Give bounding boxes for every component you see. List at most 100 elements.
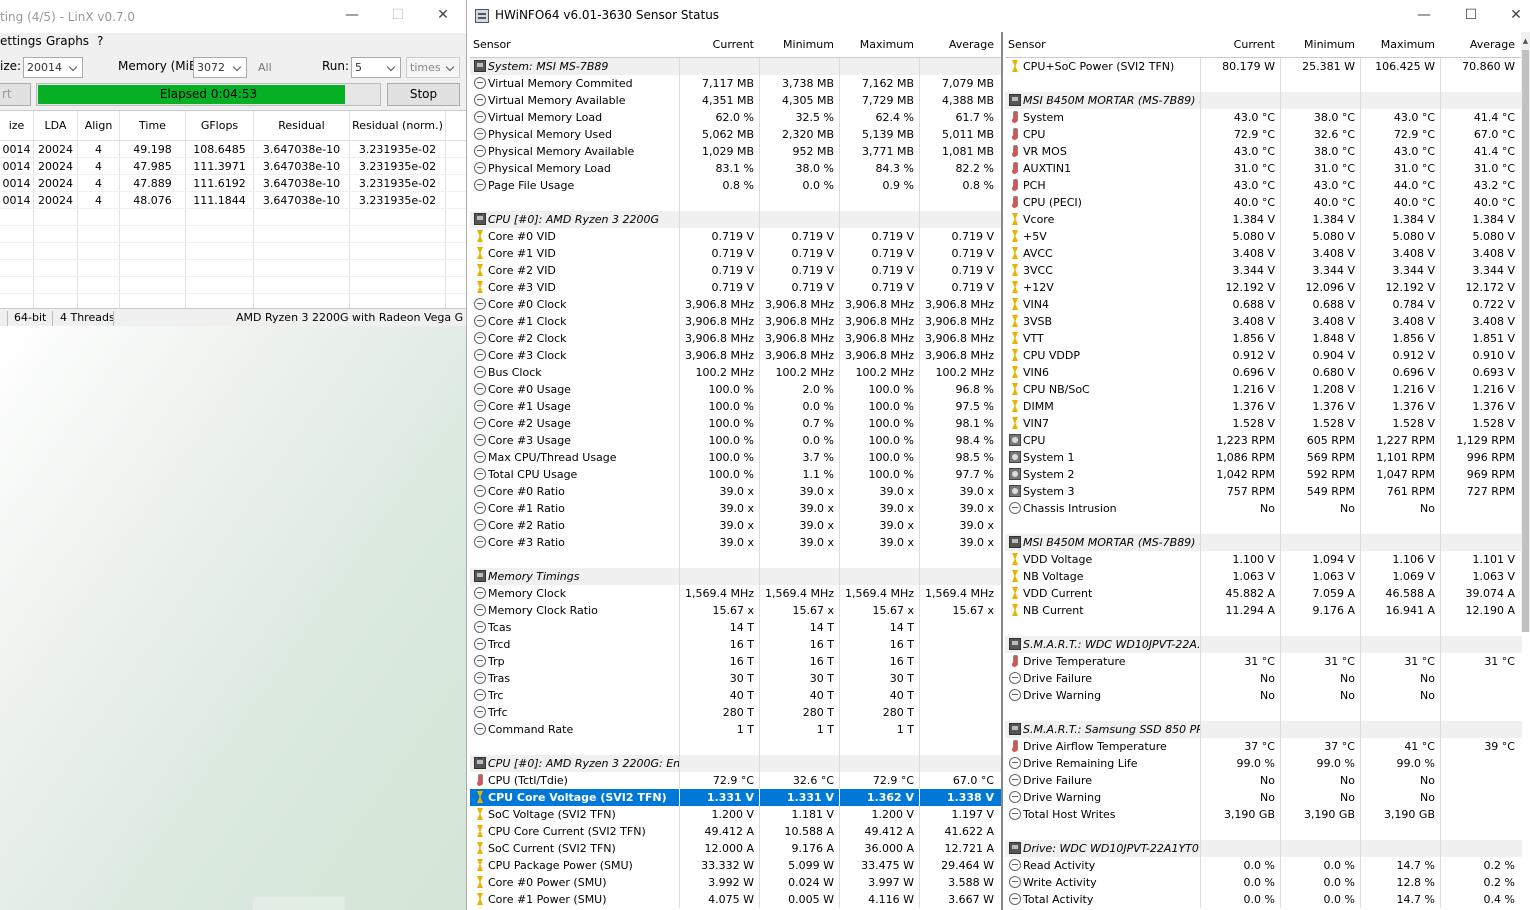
sensor-row[interactable]: CPU Package Power (SMU) 33.332 W 5.099 W 33… [470,857,1001,874]
sensor-row[interactable]: CPU VDDP 0.912 V 0.904 V 0.912 V 0.910 V [1005,347,1522,364]
sensor-row[interactable]: NB Voltage 1.063 V 1.063 V 1.069 V 1.063 V [1005,568,1522,585]
sensor-row[interactable]: Physical Memory Available 1,029 MB 952 MB 3… [470,143,1001,160]
sensor-row[interactable]: 3VCC 3.344 V 3.344 V 3.344 V 3.344 V [1005,262,1522,279]
results-column-header[interactable]: Align [78,111,120,140]
sensor-row[interactable]: VIN4 0.688 V 0.688 V 0.784 V 0.722 V [1005,296,1522,313]
start-button[interactable]: rt [0,83,31,106]
results-column-header[interactable]: Residual (norm.) [350,111,446,140]
scroll-up-icon[interactable]: ▲ [1521,36,1530,46]
sensor-row[interactable]: Page File Usage 0.8 % 0.0 % 0.9 % 0.8 % [470,177,1001,194]
sensor-row[interactable]: SoC Current (SVI2 TFN) 12.000 A 9.176 A 36.… [470,840,1001,857]
sensor-row[interactable]: +12V 12.192 V 12.096 V 12.192 V 12.172 V [1005,279,1522,296]
sensor-row[interactable]: VR MOS 43.0 °C 38.0 °C 43.0 °C 41.4 °C [1005,143,1522,160]
sensor-row[interactable]: Core #2 Clock 3,906.8 MHz 3,906.8 MHz 3,906… [470,330,1001,347]
sensor-row[interactable]: Virtual Memory Available 4,351 MB 4,305 MB… [470,92,1001,109]
column-header-sensor[interactable]: Sensor [470,32,680,57]
sensor-group-header[interactable]: CPU [#0]: AMD Ryzen 3 2200G: Enh... [470,755,1001,772]
sensor-row[interactable]: CPU 1,223 RPM 605 RPM 1,227 RPM 1,129 RPM [1005,432,1522,449]
sensor-group-header[interactable]: S.M.A.R.T.: WDC WD10JPVT-22A... [1005,636,1522,653]
sensor-row[interactable]: Drive Warning No No No [1005,789,1522,806]
sensor-row[interactable]: Drive Remaining Life 99.0 % 99.0 % 99.0 % [1005,755,1522,772]
sensor-row[interactable]: Trc 40 T 40 T 40 T [470,687,1001,704]
sensor-row[interactable]: VTT 1.856 V 1.848 V 1.856 V 1.851 V [1005,330,1522,347]
results-column-header[interactable]: Residual [254,111,350,140]
all-checkbox-label[interactable]: All [258,61,272,74]
sensor-row[interactable]: Drive Failure No No No [1005,670,1522,687]
sensor-row[interactable]: Core #2 Usage 100.0 % 0.7 % 100.0 % 98.1 % [470,415,1001,432]
column-header-maximum[interactable]: Maximum [840,32,920,57]
sensor-row[interactable]: DIMM 1.376 V 1.376 V 1.376 V 1.376 V [1005,398,1522,415]
sensor-row[interactable]: Physical Memory Used 5,062 MB 2,320 MB 5,13… [470,126,1001,143]
sensor-row[interactable]: Read Activity 0.0 % 0.0 % 14.7 % 0.2 % [1005,857,1522,874]
menu-graphs[interactable]: Graphs [46,34,89,48]
sensor-row[interactable]: Trp 16 T 16 T 16 T [470,653,1001,670]
sensor-row[interactable]: Core #0 Usage 100.0 % 2.0 % 100.0 % 96.8 % [470,381,1001,398]
minimize-button[interactable]: — [1401,0,1447,31]
sensor-row[interactable]: Drive Warning No No No [1005,687,1522,704]
sensor-row[interactable]: System 1 1,086 RPM 569 RPM 1,101 RPM 996 RPM [1005,449,1522,466]
column-header-minimum[interactable]: Minimum [1281,32,1361,57]
sensor-row[interactable]: Trfc 280 T 280 T 280 T [470,704,1001,721]
menu-settings[interactable]: ettings [0,34,42,48]
sensor-row[interactable]: System 43.0 °C 38.0 °C 43.0 °C 41.4 °C [1005,109,1522,126]
sensor-group-header[interactable]: MSI B450M MORTAR (MS-7B89) (... [1005,534,1522,551]
column-header-sensor[interactable]: Sensor [1005,32,1201,57]
sensor-row[interactable]: NB Current 11.294 A 9.176 A 16.941 A 12.190 … [1005,602,1522,619]
sensor-row[interactable]: 3VSB 3.408 V 3.408 V 3.408 V 3.408 V [1005,313,1522,330]
sensor-row[interactable]: CPU (Tctl/Tdie) 72.9 °C 32.6 °C 72.9 °C 67.0… [470,772,1001,789]
sensor-row[interactable]: Core #1 VID 0.719 V 0.719 V 0.719 V 0.719 V [470,245,1001,262]
menu-help[interactable]: ? [97,34,103,48]
sensor-row[interactable]: Total CPU Usage 100.0 % 1.1 % 100.0 % 97.7 % [470,466,1001,483]
column-header-minimum[interactable]: Minimum [760,32,840,57]
sensor-row[interactable]: Core #3 Usage 100.0 % 0.0 % 100.0 % 98.4 % [470,432,1001,449]
sensor-row[interactable]: Virtual Memory Load 62.0 % 32.5 % 62.4 % 61.… [470,109,1001,126]
column-header-average[interactable]: Average [920,32,1000,57]
sensor-row[interactable]: Drive Temperature 31 °C 31 °C 31 °C 31 °C [1005,653,1522,670]
results-column-header[interactable]: Time [120,111,186,140]
vertical-scrollbar[interactable]: ▲ [1521,32,1530,632]
sensor-row[interactable]: Tras 30 T 30 T 30 T [470,670,1001,687]
sensor-row[interactable]: Write Activity 0.0 % 0.0 % 12.8 % 0.2 % [1005,874,1522,891]
sensor-group-header[interactable]: CPU [#0]: AMD Ryzen 3 2200G [470,211,1001,228]
size-select[interactable]: 20014 [23,57,83,78]
sensor-row[interactable]: Max CPU/Thread Usage 100.0 % 3.7 % 100.0 % 9… [470,449,1001,466]
sensor-row[interactable]: Core #2 VID 0.719 V 0.719 V 0.719 V 0.719 V [470,262,1001,279]
sensor-row[interactable]: System 2 1,042 RPM 592 RPM 1,047 RPM 969 RPM [1005,466,1522,483]
sensor-row[interactable]: Total Activity 0.0 % 0.0 % 14.7 % 0.4 % [1005,891,1522,908]
column-header-current[interactable]: Current [1201,32,1281,57]
sensor-row[interactable]: Drive Failure No No No [1005,772,1522,789]
sensor-group-header[interactable]: S.M.A.R.T.: Samsung SSD 850 PR... [1005,721,1522,738]
sensor-row[interactable]: CPU+SoC Power (SVI2 TFN) 80.179 W 25.381 W… [1005,58,1522,75]
results-column-header[interactable]: LDA [34,111,78,140]
close-button[interactable]: ✕ [420,0,466,31]
sensor-row[interactable]: Physical Memory Load 83.1 % 38.0 % 84.3 % 82… [470,160,1001,177]
sensor-group-header[interactable]: System: MSI MS-7B89 [470,58,1001,75]
sensor-row[interactable]: VDD Voltage 1.100 V 1.094 V 1.106 V 1.101 V [1005,551,1522,568]
sensor-row[interactable]: Core #0 Ratio 39.0 x 39.0 x 39.0 x 39.0 x [470,483,1001,500]
sensor-row[interactable]: Core #0 VID 0.719 V 0.719 V 0.719 V 0.719 V [470,228,1001,245]
maximize-button[interactable]: ☐ [1448,0,1494,31]
sensor-row[interactable]: +5V 5.080 V 5.080 V 5.080 V 5.080 V [1005,228,1522,245]
minimize-button[interactable]: — [329,0,375,31]
sensor-row[interactable]: Core #1 Power (SMU) 4.075 W 0.005 W 4.116 W… [470,891,1001,908]
sensor-row[interactable]: Chassis Intrusion No No No [1005,500,1522,517]
sensor-row[interactable]: PCH 43.0 °C 43.0 °C 44.0 °C 43.2 °C [1005,177,1522,194]
sensor-row[interactable]: Bus Clock 100.2 MHz 100.2 MHz 100.2 MHz 100.… [470,364,1001,381]
sensor-row[interactable]: SoC Voltage (SVI2 TFN) 1.200 V 1.181 V 1.20… [470,806,1001,823]
sensor-row[interactable]: Trcd 16 T 16 T 16 T [470,636,1001,653]
sensor-row[interactable]: CPU Core Voltage (SVI2 TFN) 1.331 V 1.331 … [470,789,1001,806]
column-header-maximum[interactable]: Maximum [1361,32,1441,57]
sensor-row[interactable]: AUXTIN1 31.0 °C 31.0 °C 31.0 °C 31.0 °C [1005,160,1522,177]
sensor-group-header[interactable]: Drive: WDC WD10JPVT-22A1YT0 ... [1005,840,1522,857]
sensor-row[interactable]: CPU Core Current (SVI2 TFN) 49.412 A 10.58… [470,823,1001,840]
sensor-row[interactable]: Vcore 1.384 V 1.384 V 1.384 V 1.384 V [1005,211,1522,228]
sensor-row[interactable]: VIN6 0.696 V 0.680 V 0.696 V 0.693 V [1005,364,1522,381]
sensor-row[interactable]: Core #2 Ratio 39.0 x 39.0 x 39.0 x 39.0 x [470,517,1001,534]
close-button[interactable]: ✕ [1493,0,1530,31]
sensor-row[interactable]: Virtual Memory Commited 7,117 MB 3,738 MB 7… [470,75,1001,92]
sensor-row[interactable]: VDD Current 45.882 A 7.059 A 46.588 A 39.074… [1005,585,1522,602]
sensor-row[interactable]: System 3 757 RPM 549 RPM 761 RPM 727 RPM [1005,483,1522,500]
results-column-header[interactable]: GFlops [186,111,254,140]
run-count-select[interactable]: 5 [351,57,401,78]
column-header-current[interactable]: Current [680,32,760,57]
